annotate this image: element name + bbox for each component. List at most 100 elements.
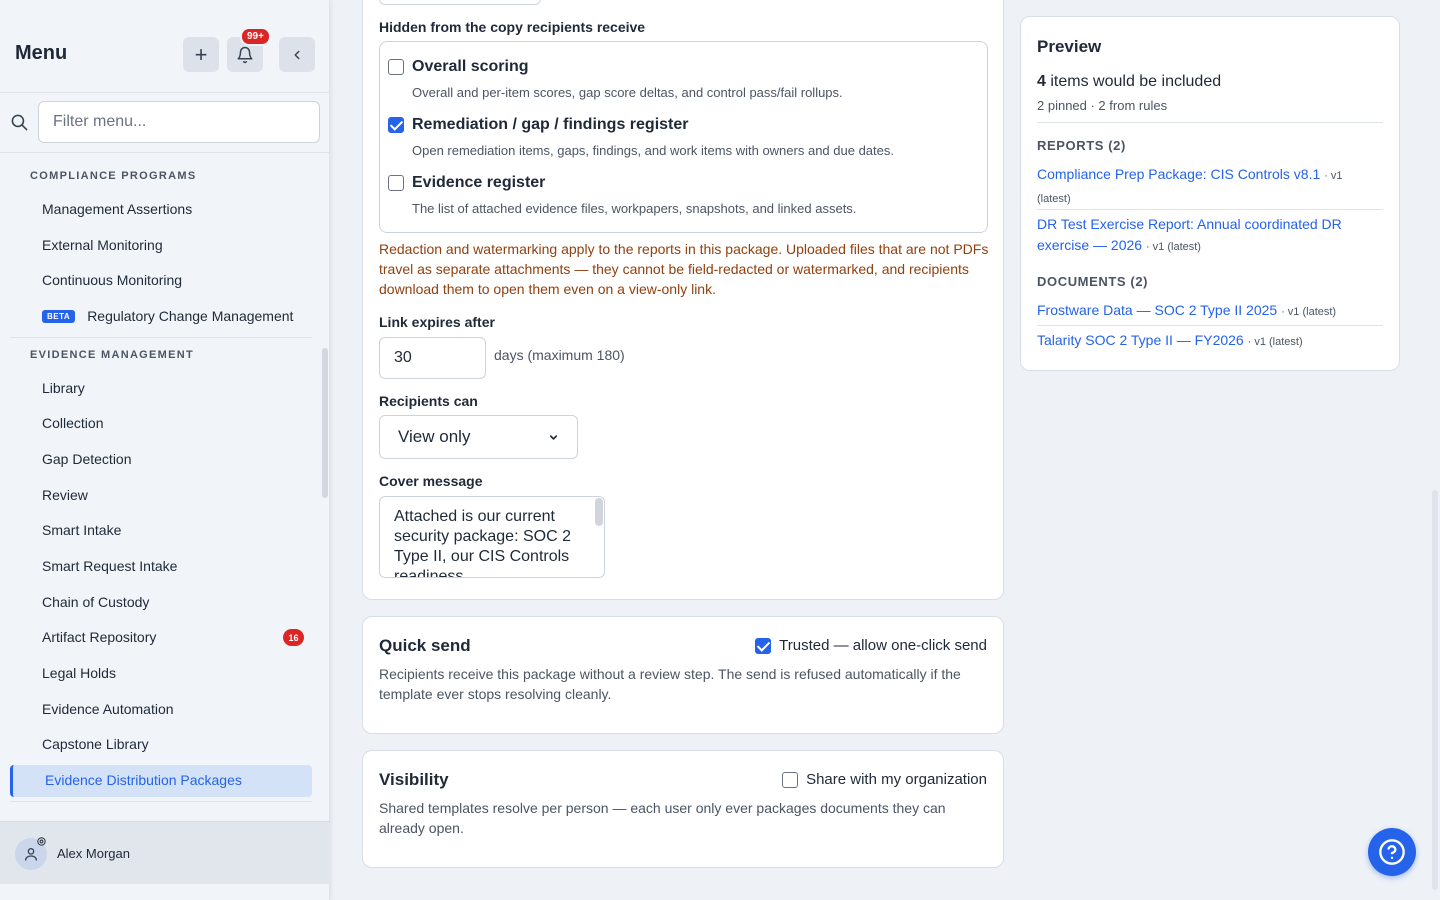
collapse-sidebar-button[interactable] bbox=[279, 37, 315, 72]
option-title: Remediation / gap / findings register bbox=[412, 116, 689, 133]
sidebar-item-label: Continuous Monitoring bbox=[42, 272, 183, 288]
sidebar-item-artifact-repository[interactable]: Artifact Repository bbox=[42, 629, 156, 645]
page-scrollbar[interactable] bbox=[1432, 490, 1438, 890]
sidebar-item-continuous-monitoring[interactable]: Continuous Monitoring bbox=[42, 272, 182, 288]
previous-field[interactable] bbox=[379, 0, 541, 5]
trusted-checkbox[interactable] bbox=[755, 637, 772, 654]
sidebar-item-smart-request-intake[interactable]: Smart Request Intake bbox=[42, 558, 177, 574]
report-link[interactable]: Compliance Prep Package: CIS Controls v8… bbox=[1037, 164, 1377, 210]
sidebar-item-smart-intake[interactable]: Smart Intake bbox=[42, 522, 121, 538]
overall-scoring-checkbox[interactable] bbox=[388, 59, 404, 75]
filter-area bbox=[0, 92, 330, 152]
recipients-permission-select[interactable]: View only bbox=[379, 415, 578, 459]
sidebar-item-label: Review bbox=[42, 487, 88, 503]
visibility-title: Visibility bbox=[379, 770, 449, 789]
report-link[interactable]: DR Test Exercise Report: Annual coordina… bbox=[1037, 214, 1377, 258]
plus-icon: + bbox=[194, 41, 208, 67]
preview-count-number: 4 bbox=[1037, 73, 1046, 90]
link-expires-value: 30 bbox=[394, 349, 412, 366]
preview-count-suffix: items would be included bbox=[1050, 73, 1222, 90]
sidebar-item-label: External Monitoring bbox=[42, 237, 163, 253]
sidebar-item-label: Library bbox=[42, 380, 85, 396]
option-description: The list of attached evidence files, wor… bbox=[412, 201, 857, 216]
cover-message-textarea[interactable]: Attached is our current security package… bbox=[379, 496, 605, 578]
sidebar: Menu + 99+ COMPLIANCE PROGRAMS Managemen… bbox=[0, 0, 330, 900]
divider bbox=[1037, 122, 1383, 123]
sidebar-item-label: Regulatory Change Management bbox=[87, 308, 294, 324]
sidebar-item-label: Artifact Repository bbox=[42, 629, 157, 645]
sidebar-item-collection[interactable]: Collection bbox=[42, 415, 103, 431]
help-button[interactable] bbox=[1368, 828, 1416, 876]
divider bbox=[10, 337, 312, 338]
sidebar-scrollbar[interactable] bbox=[322, 348, 328, 498]
preview-subtitle: 2 pinned · 2 from rules bbox=[1037, 98, 1168, 113]
beta-badge: BETA bbox=[42, 309, 76, 323]
sidebar-item-capstone-library[interactable]: Capstone Library bbox=[42, 736, 149, 752]
sidebar-item-label: Evidence Automation bbox=[42, 701, 174, 717]
sidebar-item-evidence-automation[interactable]: Evidence Automation bbox=[42, 701, 174, 717]
document-name: Talarity SOC 2 Type II — FY2026 bbox=[1037, 332, 1244, 348]
bell-icon bbox=[237, 46, 253, 63]
recipients-permission-value: View only bbox=[398, 427, 471, 446]
sidebar-item-label: Capstone Library bbox=[42, 736, 149, 752]
divider bbox=[1037, 209, 1383, 210]
document-link[interactable]: Talarity SOC 2 Type II — FY2026 · v1 (la… bbox=[1037, 330, 1377, 353]
hidden-fields-label: Hidden from the copy recipients receive bbox=[379, 19, 646, 35]
document-name: Frostware Data — SOC 2 Type II 2025 bbox=[1037, 302, 1278, 318]
link-expires-input[interactable]: 30 bbox=[379, 337, 486, 379]
preview-title: Preview bbox=[1037, 37, 1102, 56]
sidebar-header: Menu + 99+ bbox=[0, 0, 330, 92]
quick-send-card: Quick send Trusted — allow one-click sen… bbox=[362, 616, 1004, 734]
preview-panel: Preview 4 items would be included 2 pinn… bbox=[1020, 16, 1400, 371]
trusted-checkbox-label: Trusted — allow one-click send bbox=[779, 637, 987, 654]
option-title: Overall scoring bbox=[412, 58, 529, 75]
option-description: Open remediation items, gaps, findings, … bbox=[412, 143, 894, 158]
search-icon bbox=[11, 114, 28, 131]
sidebar-item-regulatory-change-management[interactable]: BETA Regulatory Change Management bbox=[42, 308, 293, 324]
document-meta: · v1 (latest) bbox=[1247, 336, 1303, 348]
share-org-toggle[interactable]: Share with my organization bbox=[782, 771, 987, 788]
document-meta: · v1 (latest) bbox=[1281, 306, 1337, 318]
sidebar-item-label: Evidence Distribution Packages bbox=[45, 772, 242, 788]
evidence-register-checkbox[interactable] bbox=[388, 175, 404, 191]
redaction-warning: Redaction and watermarking apply to the … bbox=[379, 241, 989, 297]
chevron-down-icon bbox=[549, 434, 558, 440]
hidden-options-group: Overall scoring Overall and per-item sco… bbox=[379, 41, 988, 233]
user-footer[interactable]: Alex Morgan bbox=[0, 821, 330, 884]
cover-message-label: Cover message bbox=[379, 473, 483, 489]
sidebar-item-chain-of-custody[interactable]: Chain of Custody bbox=[42, 594, 149, 610]
recipients-can-label: Recipients can bbox=[379, 393, 478, 409]
artifact-count-badge: 16 bbox=[283, 629, 304, 646]
sidebar-item-management-assertions[interactable]: Management Assertions bbox=[42, 201, 192, 217]
link-expires-note: days (maximum 180) bbox=[494, 347, 625, 363]
report-meta: · v1 (latest) bbox=[1145, 241, 1201, 253]
menu-title: Menu bbox=[15, 42, 68, 64]
sidebar-item-gap-detection[interactable]: Gap Detection bbox=[42, 451, 132, 467]
divider bbox=[10, 801, 312, 802]
sidebar-item-review[interactable]: Review bbox=[42, 487, 88, 503]
filter-menu-input[interactable] bbox=[38, 101, 320, 143]
sidebar-item-external-monitoring[interactable]: External Monitoring bbox=[42, 237, 163, 253]
add-button[interactable]: + bbox=[183, 37, 219, 72]
sidebar-item-legal-holds[interactable]: Legal Holds bbox=[42, 665, 116, 681]
divider bbox=[1037, 325, 1383, 326]
section-title-evidence-management: EVIDENCE MANAGEMENT bbox=[30, 349, 195, 361]
remediation-register-checkbox[interactable] bbox=[388, 117, 404, 133]
trusted-send-toggle[interactable]: Trusted — allow one-click send bbox=[755, 637, 987, 654]
link-expires-label: Link expires after bbox=[379, 314, 495, 330]
sidebar-item-label: Collection bbox=[42, 415, 104, 431]
sidebar-item-label: Chain of Custody bbox=[42, 594, 150, 610]
visibility-card: Visibility Share with my organization Sh… bbox=[362, 750, 1004, 868]
preview-count: 4 items would be included bbox=[1037, 73, 1221, 91]
share-org-checkbox[interactable] bbox=[782, 771, 799, 788]
sidebar-nav: COMPLIANCE PROGRAMS Management Assertion… bbox=[0, 153, 330, 821]
sidebar-item-label: Legal Holds bbox=[42, 665, 116, 681]
user-name: Alex Morgan bbox=[57, 846, 130, 861]
package-options-card: Hidden from the copy recipients receive … bbox=[362, 0, 1004, 600]
document-link[interactable]: Frostware Data — SOC 2 Type II 2025 · v1… bbox=[1037, 300, 1377, 323]
user-icon bbox=[25, 848, 37, 861]
option-description: Overall and per-item scores, gap score d… bbox=[412, 85, 843, 100]
textarea-scrollbar[interactable] bbox=[595, 498, 603, 526]
sidebar-item-library[interactable]: Library bbox=[42, 380, 85, 396]
chevron-left-icon bbox=[294, 50, 300, 59]
